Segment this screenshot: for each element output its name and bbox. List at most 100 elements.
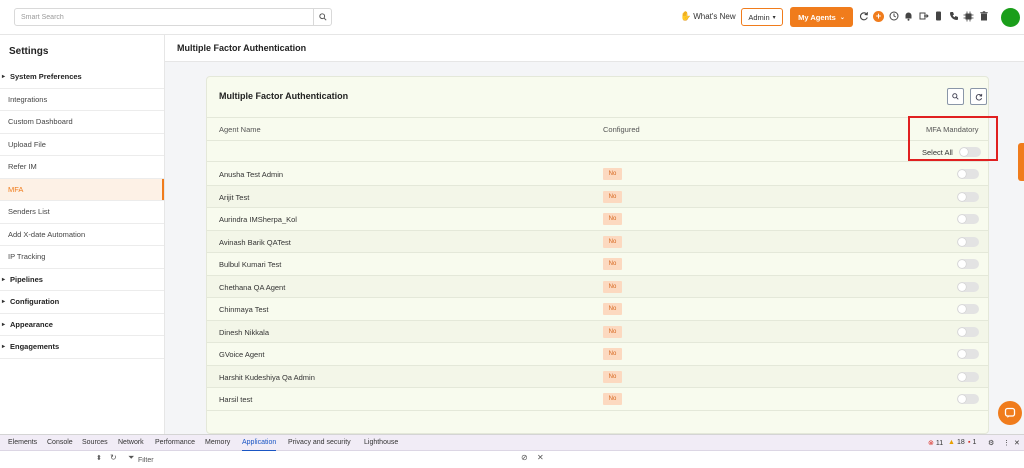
clock-icon[interactable] xyxy=(888,10,899,22)
sidebar-item-mfa[interactable]: MFA xyxy=(0,178,164,201)
table-row: Anusha Test Admin No xyxy=(207,163,988,186)
mfa-mandatory-toggle[interactable] xyxy=(957,236,979,247)
warning-count[interactable]: ▲ 18 xyxy=(948,439,965,446)
devtools-tab-memory[interactable]: Memory xyxy=(205,439,230,446)
devtools-tab-privacy-security[interactable]: Privacy and security xyxy=(288,439,351,446)
sidebar-item-x-date-automation[interactable]: Add X-date Automation xyxy=(0,224,164,246)
sidebar-item-integrations[interactable]: Integrations xyxy=(0,89,164,111)
mfa-mandatory-toggle[interactable] xyxy=(957,349,979,359)
mfa-card: Multiple Factor Authentication Agent Nam… xyxy=(206,76,989,434)
sidebar-item-pipelines[interactable]: ▸ Pipelines xyxy=(0,269,164,291)
agent-name: Harshit Kudeshiya Qa Admin xyxy=(219,372,315,382)
issue-count[interactable]: ▪ 1 xyxy=(968,439,976,446)
select-all-row: Select All xyxy=(207,140,988,162)
mfa-mandatory-toggle[interactable] xyxy=(957,214,979,224)
agent-name: Arijit Test xyxy=(219,192,250,202)
sidebar-item-senders-list[interactable]: Senders List xyxy=(0,201,164,224)
card-refresh-button[interactable] xyxy=(970,88,987,105)
caret-right-icon: ▸ xyxy=(2,344,6,351)
mfa-mandatory-toggle[interactable] xyxy=(957,169,979,179)
more-icon[interactable]: ⋮ xyxy=(1003,439,1010,447)
warning-icon: ▲ xyxy=(948,439,955,446)
search-icon xyxy=(952,93,959,100)
chevron-down-icon: ⌄ xyxy=(839,14,845,21)
mobile-icon[interactable] xyxy=(933,10,944,22)
side-feedback-tab[interactable] xyxy=(1018,143,1024,181)
sidebar-item-engagements[interactable]: ▸ Engagements xyxy=(0,336,164,359)
sidebar-item-upload-file[interactable]: Upload File xyxy=(0,134,164,156)
mfa-mandatory-toggle[interactable] xyxy=(957,394,979,404)
mfa-mandatory-toggle[interactable] xyxy=(957,191,979,202)
agent-name: Chinmaya Test xyxy=(219,305,269,314)
sidebar-item-label: Add X-date Automation xyxy=(8,229,86,239)
devtools-tab-elements[interactable]: Elements xyxy=(8,439,37,446)
caret-right-icon: ▸ xyxy=(2,276,6,283)
table-row: Bulbul Kumari Test No xyxy=(207,253,988,276)
stepper-icon[interactable]: ⬍ xyxy=(96,454,102,462)
chat-button[interactable] xyxy=(998,401,1022,425)
divider xyxy=(207,117,988,118)
sidebar-item-custom-dashboard[interactable]: Custom Dashboard xyxy=(0,111,164,134)
sidebar-item-label: Upload File xyxy=(8,139,46,149)
devtools-tab-application[interactable]: Application xyxy=(242,439,277,452)
close-icon[interactable]: ✕ xyxy=(1014,439,1020,447)
card-search-button[interactable] xyxy=(947,88,964,105)
sidebar-item-label: Senders List xyxy=(8,207,50,217)
refresh-icon xyxy=(975,93,982,100)
agent-name: Chethana QA Agent xyxy=(219,282,286,292)
refresh-icon[interactable] xyxy=(858,10,869,22)
devtools-tab-console[interactable]: Console xyxy=(47,439,73,446)
logout-icon[interactable] xyxy=(918,10,929,22)
sidebar-item-ip-tracking[interactable]: IP Tracking xyxy=(0,246,164,269)
gear-icon[interactable]: ⚙ xyxy=(988,439,994,447)
clear-icon[interactable]: ⊘ xyxy=(521,453,528,462)
mfa-mandatory-toggle[interactable] xyxy=(957,281,979,292)
agent-name: Anusha Test Admin xyxy=(219,170,284,179)
table-row: Harsil test No xyxy=(207,388,988,411)
search-button[interactable] xyxy=(313,9,331,25)
close-icon[interactable]: ✕ xyxy=(537,453,544,462)
devtools-tab-network[interactable]: Network xyxy=(118,439,144,446)
sidebar-item-system-preferences[interactable]: ▸ System Preferences xyxy=(0,66,164,89)
devtools-tab-lighthouse[interactable]: Lighthouse xyxy=(364,439,398,446)
trash-icon[interactable] xyxy=(978,10,989,22)
chevron-down-icon: ▾ xyxy=(772,14,776,21)
role-select[interactable]: Admin ▾ xyxy=(741,8,783,26)
mfa-mandatory-toggle[interactable] xyxy=(957,326,979,337)
configured-badge: No xyxy=(603,370,622,383)
configured-badge: No xyxy=(603,325,622,338)
configured-badge: No xyxy=(603,303,622,315)
my-agents-button[interactable]: My Agents ⌄ xyxy=(790,7,853,27)
add-icon[interactable]: + xyxy=(873,10,884,22)
sidebar-item-label: System Preferences xyxy=(10,72,82,82)
devtools-tab-bar: Elements Console Sources Network Perform… xyxy=(0,435,1024,452)
reload-icon[interactable]: ↻ xyxy=(110,453,117,462)
bell-icon[interactable] xyxy=(903,10,914,22)
my-agents-label: My Agents xyxy=(798,12,836,22)
phone-icon[interactable] xyxy=(948,10,959,22)
sidebar-item-refer-im[interactable]: Refer IM xyxy=(0,156,164,179)
top-bar: ✋ What's New Admin ▾ My Agents ⌄ + xyxy=(0,0,1024,35)
agents-table-body: Anusha Test Admin No Arijit Test No Aurind… xyxy=(207,163,988,411)
agent-name: Dinesh Nikkala xyxy=(219,327,270,337)
mfa-mandatory-toggle[interactable] xyxy=(957,304,979,314)
smart-search-input[interactable] xyxy=(15,9,313,25)
chip-icon[interactable] xyxy=(963,10,974,22)
caret-right-icon: ▸ xyxy=(2,74,6,81)
sidebar-item-appearance[interactable]: ▸ Appearance xyxy=(0,314,164,336)
sidebar-item-label: IP Tracking xyxy=(8,252,46,262)
devtools-tab-sources[interactable]: Sources xyxy=(82,439,108,446)
mfa-mandatory-toggle[interactable] xyxy=(957,259,979,269)
role-select-value: Admin xyxy=(748,12,770,22)
smart-search-box xyxy=(14,8,332,26)
sidebar-item-configuration[interactable]: ▸ Configuration xyxy=(0,291,164,314)
configured-badge: No xyxy=(603,280,622,293)
user-avatar[interactable] xyxy=(1001,8,1020,27)
sidebar-item-label: Engagements xyxy=(10,342,60,352)
whats-new-link[interactable]: ✋ What's New xyxy=(680,11,736,22)
devtools-filter-input[interactable] xyxy=(126,455,511,466)
devtools-tab-performance[interactable]: Performance xyxy=(155,439,195,446)
error-count[interactable]: ⊗ 11 xyxy=(928,439,943,448)
mfa-mandatory-toggle[interactable] xyxy=(957,371,979,382)
configured-badge: No xyxy=(603,235,622,248)
